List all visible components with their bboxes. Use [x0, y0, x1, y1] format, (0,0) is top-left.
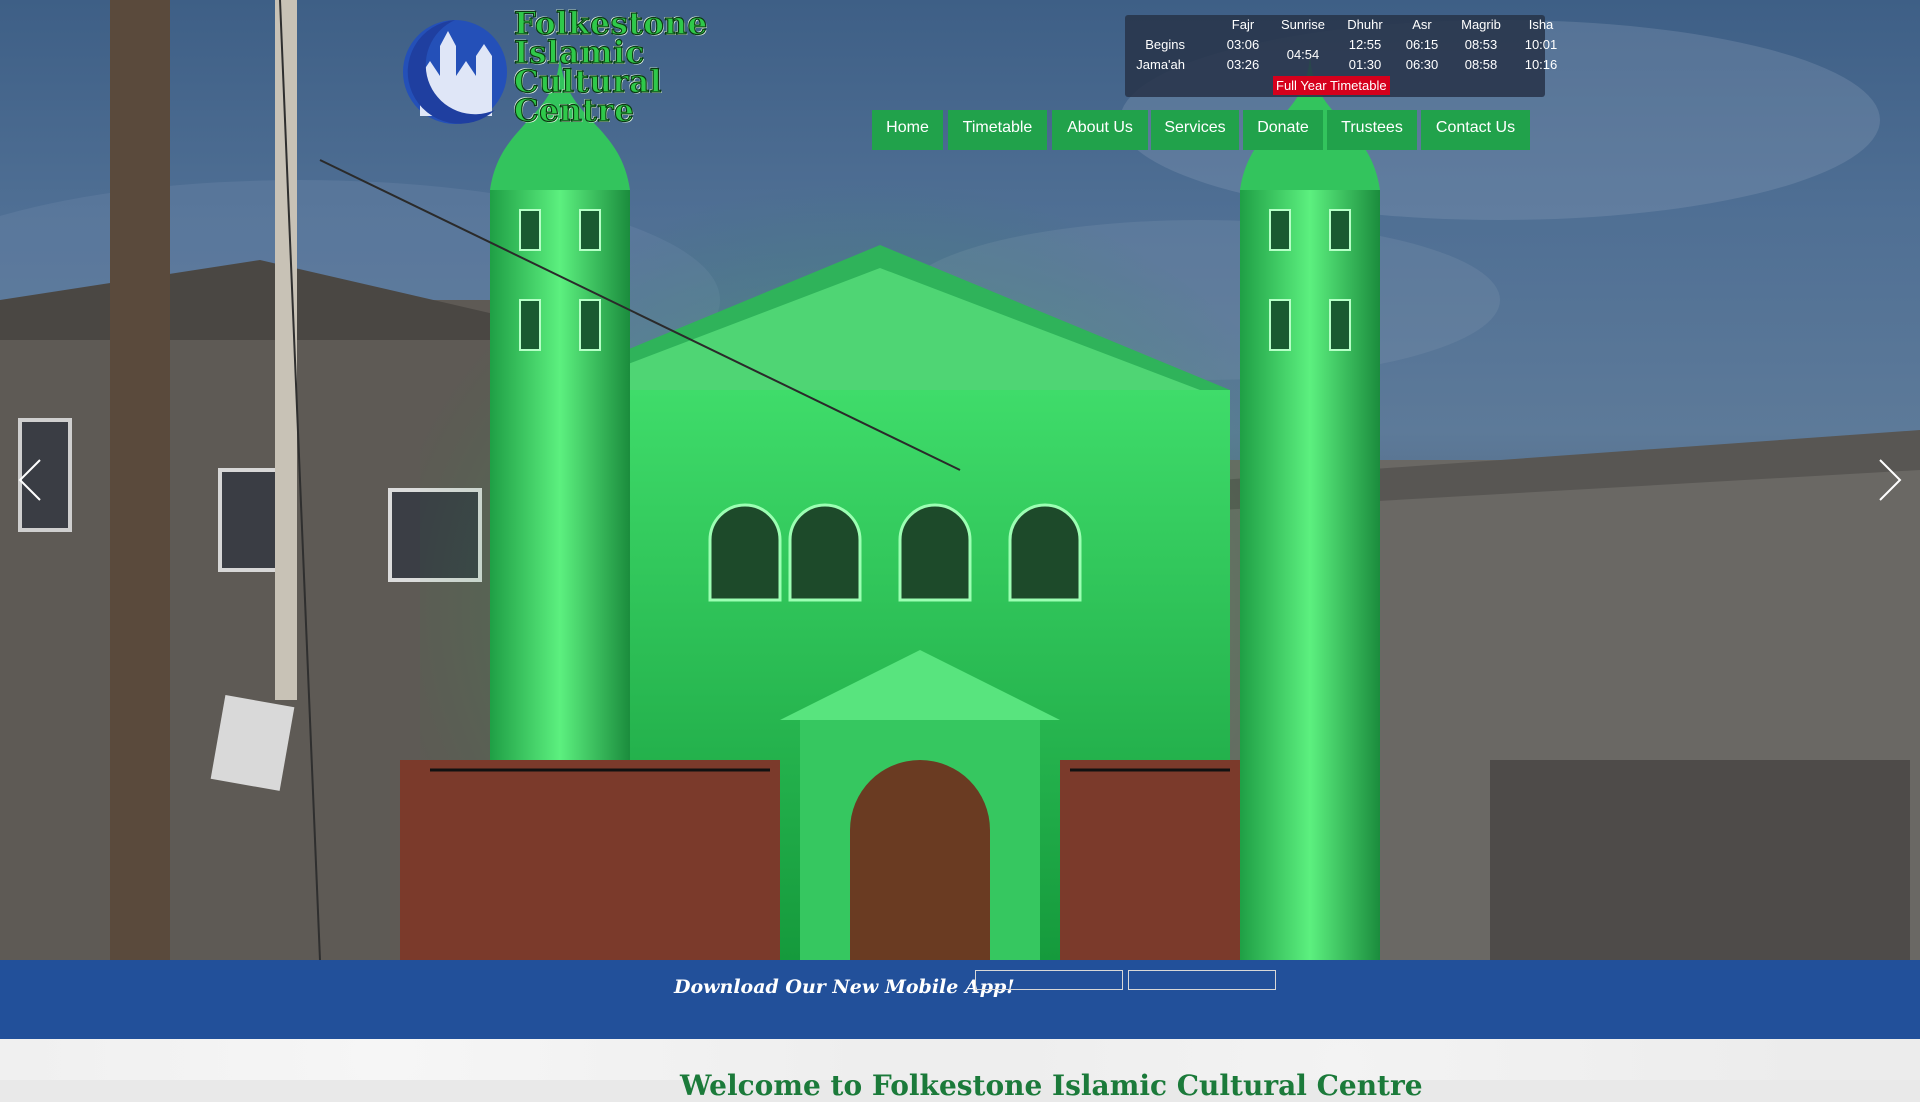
nav-about-us[interactable]: About Us	[1052, 110, 1148, 150]
nav-contact-us[interactable]: Contact Us	[1421, 110, 1530, 150]
sunrise-time: 04:54	[1286, 47, 1320, 62]
dhuhr-jamaah: 01:30	[1348, 57, 1382, 72]
logo-text: Folkestone Islamic Cultural Centre	[513, 6, 708, 129]
isha-jamaah: 10:16	[1524, 57, 1558, 72]
mosque-crescent-logo-icon	[403, 20, 507, 124]
download-app-text: Download Our New Mobile App!	[674, 976, 1015, 998]
magrib-jamaah: 08:58	[1464, 57, 1498, 72]
content-area: Welcome to Folkestone Islamic Cultural C…	[0, 1039, 1920, 1102]
prayer-times-widget: Fajr Sunrise Dhuhr Asr Magrib Isha Begin…	[1125, 15, 1557, 97]
col-magrib: Magrib	[1461, 17, 1501, 32]
jamaah-label: Jama'ah	[1136, 57, 1185, 72]
chevron-left-icon	[18, 459, 41, 501]
nav-trustees[interactable]: Trustees	[1327, 110, 1417, 150]
col-isha: Isha	[1528, 17, 1554, 32]
carousel-prev-button[interactable]	[16, 458, 46, 502]
hero-carousel: Folkestone Islamic Cultural Centre Fajr …	[0, 0, 1920, 960]
fajr-jamaah: 03:26	[1226, 57, 1260, 72]
col-fajr: Fajr	[1231, 17, 1255, 32]
google-play-badge[interactable]	[1128, 970, 1276, 990]
full-year-timetable-button[interactable]: Full Year Timetable	[1273, 76, 1390, 95]
isha-begins: 10:01	[1524, 37, 1558, 52]
fajr-begins: 03:06	[1226, 37, 1260, 52]
mobile-app-banner: Download Our New Mobile App!	[0, 960, 1920, 1039]
asr-jamaah: 06:30	[1405, 57, 1439, 72]
carousel-next-button[interactable]	[1874, 458, 1904, 502]
asr-begins: 06:15	[1405, 37, 1439, 52]
nav-home[interactable]: Home	[872, 110, 943, 150]
dhuhr-begins: 12:55	[1348, 37, 1382, 52]
app-store-badge[interactable]	[975, 970, 1123, 990]
nav-services[interactable]: Services	[1151, 110, 1239, 150]
magrib-begins: 08:53	[1464, 37, 1498, 52]
site-logo[interactable]: Folkestone Islamic Cultural Centre	[400, 6, 710, 130]
chevron-right-icon	[1879, 459, 1902, 501]
col-sunrise: Sunrise	[1280, 17, 1326, 32]
col-dhuhr: Dhuhr	[1347, 17, 1383, 32]
col-asr: Asr	[1412, 17, 1432, 32]
welcome-heading: Welcome to Folkestone Islamic Cultural C…	[680, 1069, 1423, 1102]
nav-timetable[interactable]: Timetable	[948, 110, 1047, 150]
begins-label: Begins	[1145, 37, 1185, 52]
nav-donate[interactable]: Donate	[1243, 110, 1323, 150]
